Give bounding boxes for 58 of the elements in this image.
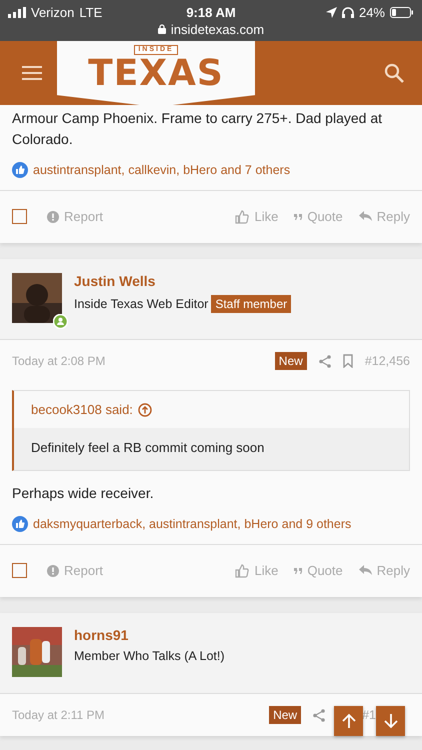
- post-text: Perhaps wide receiver.: [11, 484, 155, 503]
- share-icon[interactable]: [313, 708, 326, 722]
- bookmark-icon[interactable]: [342, 354, 353, 368]
- post-time[interactable]: Today at 2:11 PM: [12, 708, 104, 722]
- post-text: Armour Camp Phoenix. Frame to carry 275+. Dad played at Colorado.: [11, 109, 384, 149]
- headphones-icon: [342, 6, 354, 18]
- scroll-down-button[interactable]: [376, 706, 405, 736]
- reply-button[interactable]: Reply: [358, 209, 410, 224]
- likes-list[interactable]: austintransplant, callkevin, bHero and 7 others: [33, 163, 290, 177]
- thumbs-up-icon: [235, 564, 250, 578]
- battery-icon: [390, 6, 414, 18]
- quote-marks-icon: [294, 214, 302, 220]
- page-url[interactable]: insidetexas.com: [170, 22, 264, 36]
- report-button[interactable]: Report: [47, 563, 104, 578]
- signal-icon: [8, 6, 26, 18]
- reply-arrow-icon: [358, 211, 372, 222]
- up-arrow-circle-icon[interactable]: [138, 402, 152, 416]
- quote-button[interactable]: Quote: [294, 563, 343, 578]
- quote-marks-icon: [294, 568, 302, 574]
- quote-text: Definitely feel a RB commit coming soon: [14, 428, 409, 470]
- reply-arrow-icon: [358, 565, 372, 576]
- likes-list[interactable]: daksmyquarterback, austintransplant, bHero and 9 others: [33, 517, 352, 531]
- network-type: LTE: [79, 4, 102, 20]
- location-icon: [326, 6, 337, 18]
- user-title: Inside Texas Web Editor: [74, 297, 208, 311]
- logo-wordmark: TEXAS: [88, 55, 224, 93]
- select-checkbox[interactable]: [12, 563, 27, 578]
- post-number[interactable]: #1: [362, 708, 376, 722]
- author-name[interactable]: horns91: [74, 627, 225, 643]
- post-number[interactable]: #12,456: [364, 354, 410, 368]
- new-tag: New: [274, 352, 307, 370]
- lock-icon: [158, 24, 166, 34]
- report-button[interactable]: Report: [47, 209, 104, 224]
- thumbs-up-icon: [12, 162, 28, 178]
- new-tag: New: [269, 706, 302, 724]
- alert-icon: [47, 564, 59, 576]
- clock-time: 9:18 AM: [186, 4, 236, 20]
- user-title: Member Who Talks (A Lot!): [74, 649, 225, 663]
- menu-icon[interactable]: [22, 66, 42, 80]
- share-icon[interactable]: [318, 354, 331, 368]
- thumbs-up-icon: [12, 516, 28, 532]
- thumbs-up-icon: [235, 210, 250, 224]
- scroll-up-button[interactable]: [334, 706, 363, 736]
- staff-tag: Staff member: [211, 295, 292, 313]
- post-time[interactable]: Today at 2:08 PM: [12, 354, 106, 368]
- up-arrow-icon: [340, 713, 356, 729]
- alert-icon: [47, 210, 59, 222]
- search-icon[interactable]: [384, 63, 404, 83]
- quote-button[interactable]: Quote: [294, 209, 343, 224]
- down-arrow-icon: [382, 713, 398, 729]
- like-button[interactable]: Like: [235, 563, 278, 578]
- carrier-name: Verizon: [31, 4, 74, 20]
- like-button[interactable]: Like: [235, 209, 278, 224]
- select-checkbox[interactable]: [12, 209, 27, 224]
- reply-button[interactable]: Reply: [358, 563, 410, 578]
- battery-percent: 24%: [358, 4, 385, 20]
- quote-author[interactable]: becook3108 said:: [31, 402, 133, 417]
- author-name[interactable]: Justin Wells: [74, 273, 292, 289]
